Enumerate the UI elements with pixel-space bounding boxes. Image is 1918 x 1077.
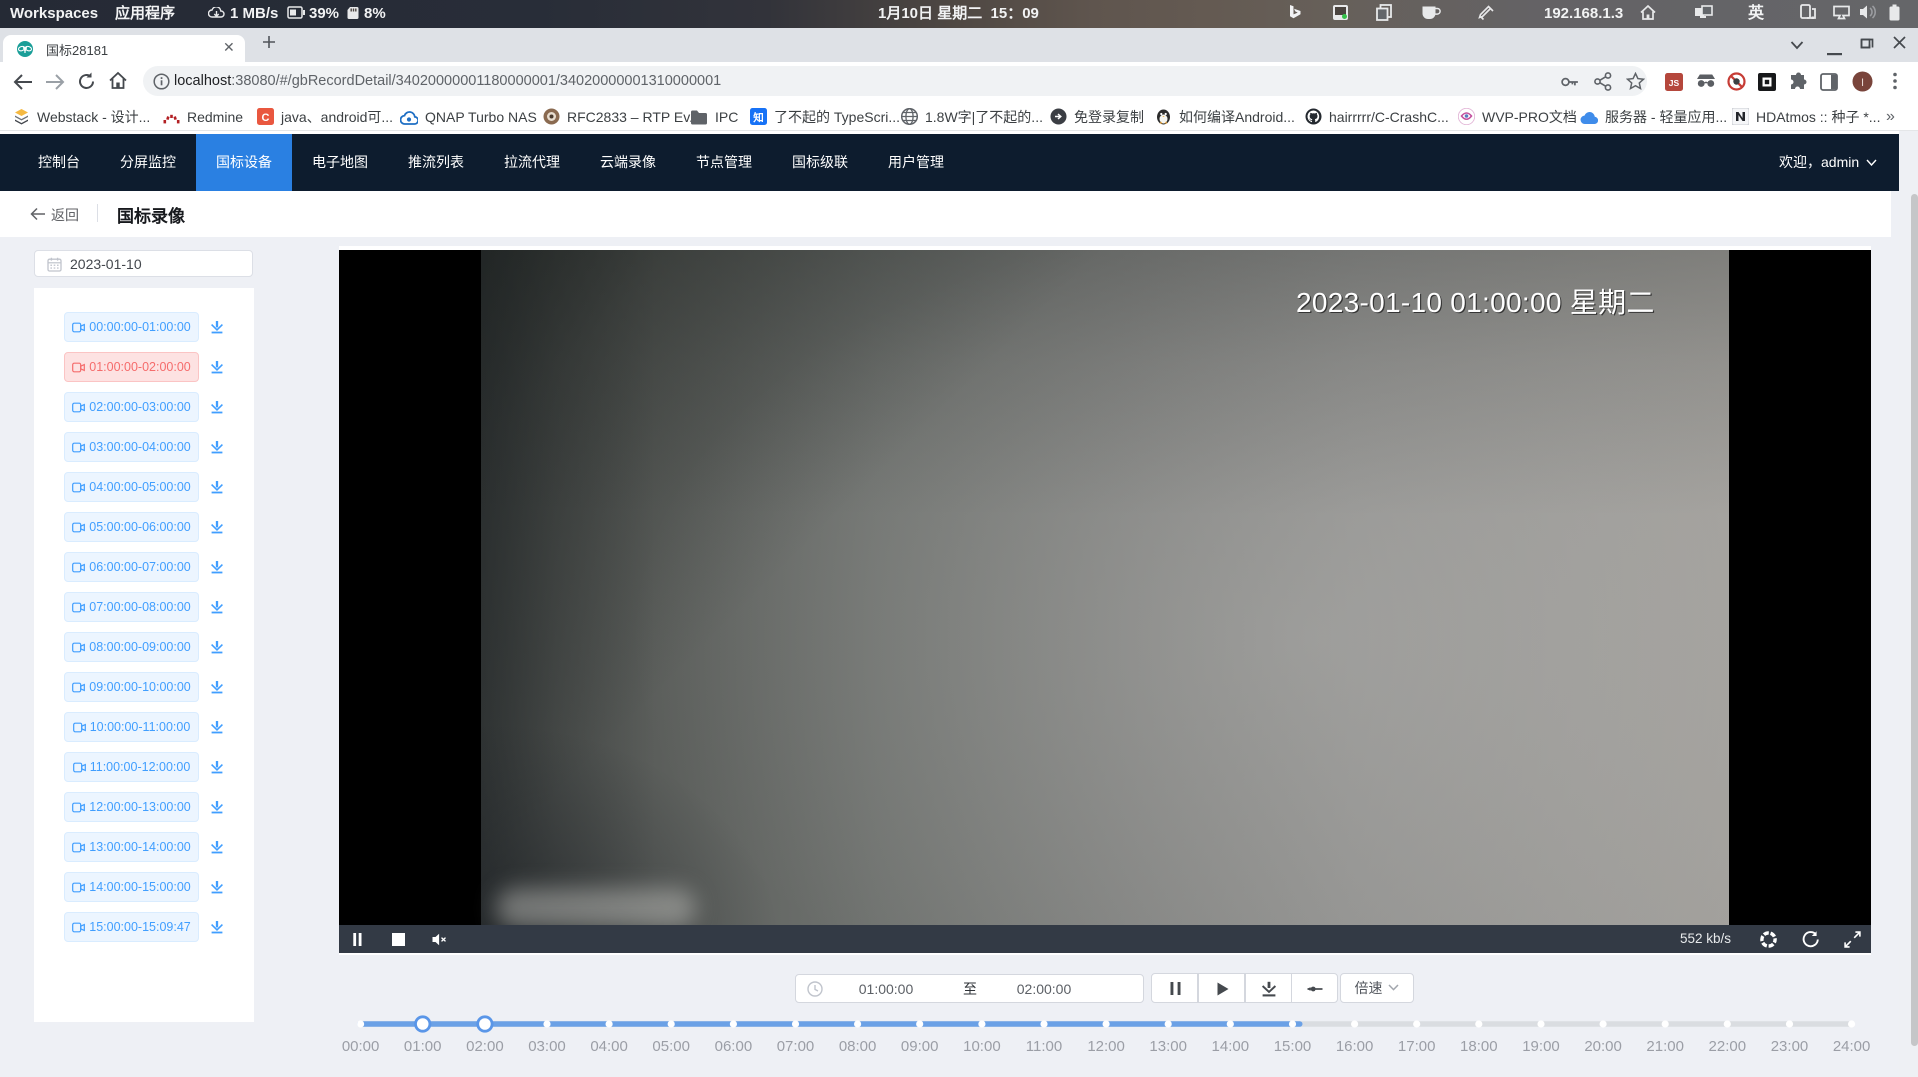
svg-text:22:00: 22:00 — [1709, 1038, 1747, 1055]
svg-text:21:00: 21:00 — [1646, 1038, 1684, 1055]
svg-text:20:00: 20:00 — [1584, 1038, 1622, 1055]
svg-text:12:00: 12:00 — [1087, 1038, 1125, 1055]
svg-text:02:00: 02:00 — [466, 1038, 504, 1055]
svg-text:08:00: 08:00 — [839, 1038, 877, 1055]
svg-text:14:00: 14:00 — [1212, 1038, 1250, 1055]
svg-text:19:00: 19:00 — [1522, 1038, 1560, 1055]
svg-text:09:00: 09:00 — [901, 1038, 939, 1055]
svg-text:18:00: 18:00 — [1460, 1038, 1498, 1055]
svg-text:10:00: 10:00 — [963, 1038, 1001, 1055]
svg-text:23:00: 23:00 — [1771, 1038, 1809, 1055]
svg-text:C: C — [262, 112, 270, 124]
svg-text:06:00: 06:00 — [715, 1038, 753, 1055]
svg-text:00:00: 00:00 — [342, 1038, 380, 1055]
svg-text:16:00: 16:00 — [1336, 1038, 1374, 1055]
svg-text:04:00: 04:00 — [590, 1038, 628, 1055]
svg-text:13:00: 13:00 — [1149, 1038, 1187, 1055]
svg-text:07:00: 07:00 — [777, 1038, 815, 1055]
svg-text:15:00: 15:00 — [1274, 1038, 1312, 1055]
svg-text:01:00: 01:00 — [404, 1038, 442, 1055]
svg-text:11:00: 11:00 — [1026, 1038, 1062, 1055]
svg-text:JS: JS — [1669, 78, 1680, 88]
svg-text:24:00: 24:00 — [1833, 1038, 1871, 1055]
svg-text:03:00: 03:00 — [528, 1038, 566, 1055]
svg-text:I: I — [1861, 77, 1864, 89]
svg-text:知: 知 — [753, 111, 764, 124]
svg-text:05:00: 05:00 — [652, 1038, 690, 1055]
svg-text:17:00: 17:00 — [1398, 1038, 1436, 1055]
